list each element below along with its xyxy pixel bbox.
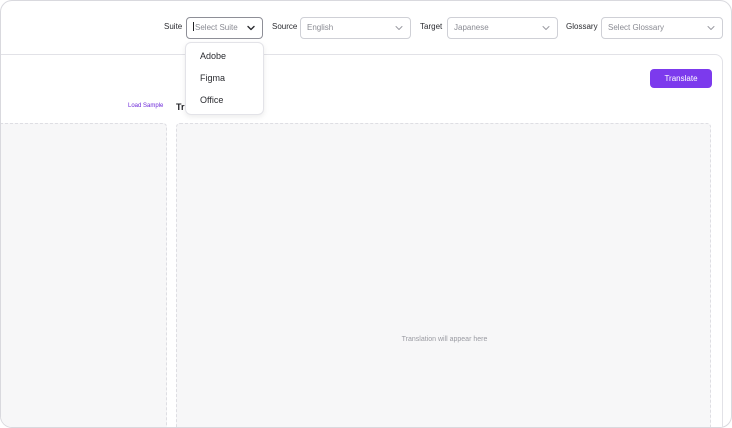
chevron-down-icon (706, 18, 716, 38)
source-select-value: English (307, 23, 334, 32)
suite-select-placeholder: Select Suite (195, 23, 238, 32)
suite-select[interactable]: Select Suite (186, 17, 263, 39)
menu-item-figma[interactable]: Figma (200, 73, 225, 83)
source-text-area[interactable] (1, 123, 167, 427)
chevron-down-icon (541, 18, 551, 38)
chevron-down-icon (246, 18, 256, 38)
glossary-select-placeholder: Select Glossary (608, 23, 665, 32)
top-toolbar: Suite Select Suite Source English Target… (1, 1, 731, 53)
target-label: Target (420, 22, 443, 31)
menu-item-office[interactable]: Office (200, 95, 223, 105)
chevron-down-icon (394, 18, 404, 38)
output-placeholder: Translation will appear here (401, 336, 488, 343)
target-select[interactable]: Japanese (447, 17, 558, 39)
load-sample-link[interactable]: Load Sample (128, 103, 163, 109)
translation-output-area: Translation will appear here (176, 123, 711, 427)
source-select[interactable]: English (300, 17, 411, 39)
menu-item-adobe[interactable]: Adobe (200, 51, 226, 61)
suite-label: Suite (164, 22, 183, 31)
glossary-select[interactable]: Select Glossary (601, 17, 723, 39)
glossary-label: Glossary (566, 22, 598, 31)
app-window: Suite Select Suite Source English Target… (0, 0, 732, 428)
suite-dropdown-menu: Adobe Figma Office (185, 42, 264, 115)
source-label: Source (272, 22, 298, 31)
target-select-value: Japanese (454, 23, 489, 32)
text-cursor (193, 22, 194, 31)
translate-button[interactable]: Translate (650, 69, 712, 88)
